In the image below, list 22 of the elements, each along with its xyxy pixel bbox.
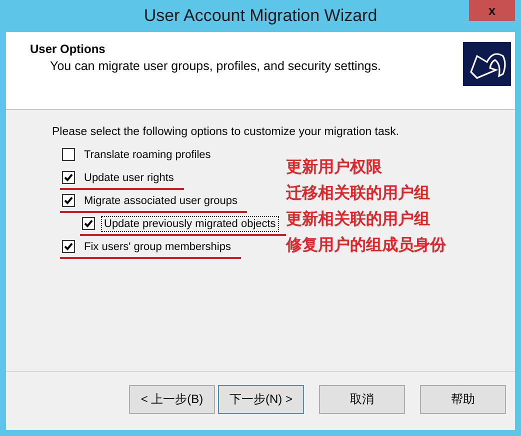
close-button[interactable]: x xyxy=(469,0,515,21)
option-label[interactable]: Migrate associated user groups xyxy=(81,192,240,208)
wizard-button[interactable]: 取消 xyxy=(319,385,405,414)
window-title: User Account Migration Wizard xyxy=(144,6,378,26)
option-label[interactable]: Update user rights xyxy=(81,170,177,186)
checkbox[interactable] xyxy=(82,217,95,230)
annotation-text: 迁移相关联的用户组 xyxy=(286,184,431,202)
option-label[interactable]: Translate roaming profiles xyxy=(81,146,214,162)
wizard-button[interactable]: 下一步(N) > xyxy=(218,385,304,414)
annotation-text: 更新相关联的用户组 xyxy=(286,210,431,228)
page-title: User Options xyxy=(30,42,106,56)
annotation-text: 更新用户权限 xyxy=(286,158,383,176)
page-subtitle: You can migrate user groups, profiles, and security settings. xyxy=(50,59,381,73)
wizard-button[interactable]: < 上一步(B) xyxy=(129,385,215,414)
option-label[interactable]: Fix users' group memberships xyxy=(81,238,234,254)
checkbox[interactable] xyxy=(62,148,75,161)
checkbox[interactable] xyxy=(62,171,75,184)
wizard-button[interactable]: 帮助 xyxy=(420,385,506,414)
instruction-text: Please select the following options to customize your migration task. xyxy=(52,126,400,138)
annotation-text: 修复用户的组成员身份 xyxy=(286,236,446,254)
checkbox[interactable] xyxy=(62,240,75,253)
checkbox[interactable] xyxy=(62,194,75,207)
